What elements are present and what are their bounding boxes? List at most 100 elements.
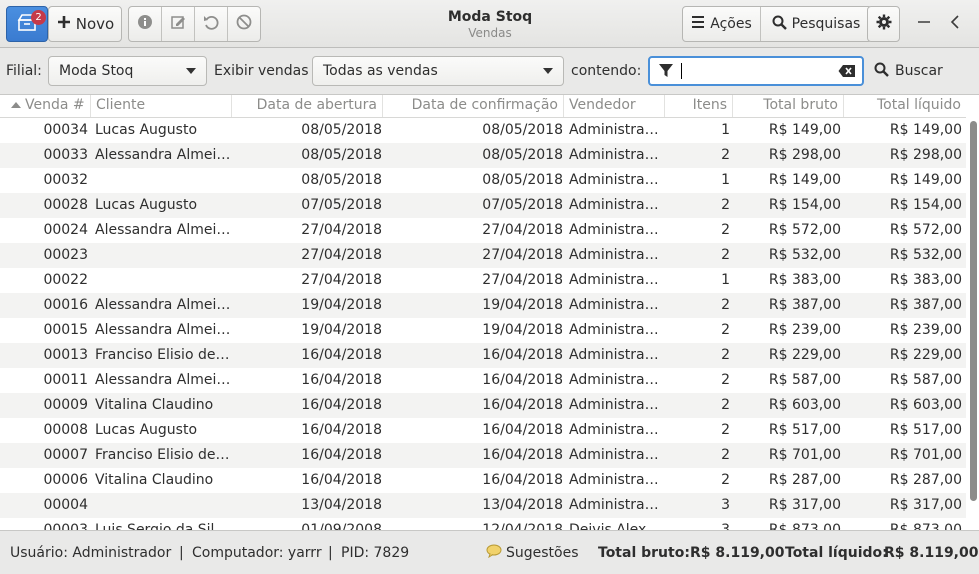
minimize-button[interactable] xyxy=(912,12,936,36)
suggestions-button[interactable]: Sugestões xyxy=(486,541,579,565)
search-button[interactable]: Buscar xyxy=(874,56,943,86)
cell-opening-date: 19/04/2018 xyxy=(301,322,382,338)
table-row[interactable]: 00034 Lucas Augusto 08/05/2018 08/05/2018 Ad… xyxy=(0,118,966,143)
edit-icon xyxy=(170,14,186,34)
table-row[interactable]: 00016 Alessandra Almei… 19/04/2018 19/04/20… xyxy=(0,293,966,318)
column-header-label: Cliente xyxy=(96,97,146,113)
cell-client xyxy=(95,268,232,293)
speech-bubble-icon xyxy=(486,544,502,562)
edit-button[interactable] xyxy=(162,7,195,41)
table-row[interactable]: 00013 Franciso Elisio de… 16/04/2018 16/04/… xyxy=(0,343,966,368)
header-bar: 2 Novo Moda Stoq Vendas Ações Pesquisas xyxy=(0,0,979,48)
cell-total-net: R$ 701,00 xyxy=(889,447,962,463)
cell-opening-date: 16/04/2018 xyxy=(301,397,382,413)
cell-total-net: R$ 383,00 xyxy=(889,272,962,288)
table-row[interactable]: 00022 27/04/2018 27/04/2018 Administra… 1 R$ … xyxy=(0,268,966,293)
column-header-opening-date[interactable]: Data de abertura xyxy=(232,95,383,117)
table-row[interactable]: 00033 Alessandra Almei… 08/05/2018 08/05/20… xyxy=(0,143,966,168)
undo-button[interactable] xyxy=(195,7,228,41)
cell-opening-date: 27/04/2018 xyxy=(301,272,382,288)
cell-opening-date: 08/05/2018 xyxy=(301,147,382,163)
column-header-total-gross[interactable]: Total bruto xyxy=(733,95,844,117)
cell-confirmation-date: 16/04/2018 xyxy=(482,472,563,488)
cancel-button[interactable] xyxy=(228,7,260,41)
column-header-salesperson[interactable]: Vendedor xyxy=(564,95,665,117)
cell-client: Alessandra Almei… xyxy=(95,372,231,388)
cell-opening-date: 27/04/2018 xyxy=(301,222,382,238)
cell-opening-date: 08/05/2018 xyxy=(301,172,382,188)
table-row[interactable]: 00009 Vitalina Claudino 16/04/2018 16/04/20… xyxy=(0,393,966,418)
undo-icon xyxy=(202,14,220,34)
table-row[interactable]: 00004 13/04/2018 13/04/2018 Administra… 3 R$ … xyxy=(0,493,966,518)
back-icon xyxy=(949,15,963,33)
cell-total-gross: R$ 149,00 xyxy=(768,172,841,188)
cell-sale-number: 00023 xyxy=(43,247,88,263)
table-row[interactable]: 00011 Alessandra Almei… 16/04/2018 16/04/20… xyxy=(0,368,966,393)
cell-sale-number: 00016 xyxy=(43,297,88,313)
vertical-scrollbar[interactable] xyxy=(970,121,977,501)
table-row[interactable]: 00006 Vitalina Claudino 16/04/2018 16/04/20… xyxy=(0,468,966,493)
hamburger-icon xyxy=(691,15,705,33)
table-row[interactable]: 00007 Franciso Elisio de… 16/04/2018 16/04/… xyxy=(0,443,966,468)
status-pid: PID: 7829 xyxy=(341,545,410,561)
table-body: 00034 Lucas Augusto 08/05/2018 08/05/2018 Ad… xyxy=(0,118,966,530)
table-row[interactable]: 00008 Lucas Augusto 16/04/2018 16/04/2018 Ad… xyxy=(0,418,966,443)
cell-total-net: R$ 532,00 xyxy=(889,247,962,263)
column-header-confirmation-date[interactable]: Data de confirmação xyxy=(383,95,564,117)
clear-text-icon[interactable] xyxy=(838,64,856,82)
cell-confirmation-date: 08/05/2018 xyxy=(482,122,563,138)
cell-client: Franciso Elisio de… xyxy=(95,347,230,363)
show-sales-select[interactable]: Todas as vendas xyxy=(312,56,564,86)
column-header-items[interactable]: Itens xyxy=(665,95,733,117)
cell-items: 2 xyxy=(721,247,730,263)
branch-label: Filial: xyxy=(6,63,42,79)
chevron-down-icon xyxy=(186,68,196,74)
new-button[interactable]: Novo xyxy=(48,6,122,42)
cell-confirmation-date: 13/04/2018 xyxy=(482,497,563,513)
cell-items: 2 xyxy=(721,322,730,338)
cell-opening-date: 08/05/2018 xyxy=(301,122,382,138)
cell-salesperson: Administra… xyxy=(569,397,659,413)
store-button[interactable]: 2 xyxy=(6,6,48,42)
column-header-total-net[interactable]: Total líquido xyxy=(844,95,966,117)
gear-icon xyxy=(876,14,892,34)
cell-items: 1 xyxy=(721,172,730,188)
cell-client: Vitalina Claudino xyxy=(95,397,214,413)
column-header-client[interactable]: Cliente xyxy=(91,95,232,117)
actions-menu-button[interactable]: Ações xyxy=(683,7,761,41)
cell-client xyxy=(95,243,232,268)
column-header-sale-number[interactable]: Venda # xyxy=(0,95,91,117)
cell-client: Lucas Augusto xyxy=(95,197,198,213)
cell-client: Vitalina Claudino xyxy=(95,472,214,488)
cell-salesperson: Administra… xyxy=(569,197,659,213)
cell-total-net: R$ 287,00 xyxy=(889,472,962,488)
cell-items: 2 xyxy=(721,297,730,313)
cell-salesperson: Administra… xyxy=(569,347,659,363)
table-row[interactable]: 00023 27/04/2018 27/04/2018 Administra… 2 R$ … xyxy=(0,243,966,268)
table-row[interactable]: 00015 Alessandra Almei… 19/04/2018 19/04/20… xyxy=(0,318,966,343)
column-header-label: Total bruto xyxy=(763,97,838,113)
cell-sale-number: 00007 xyxy=(43,447,88,463)
cell-sale-number: 00028 xyxy=(43,197,88,213)
table-row[interactable]: 00032 08/05/2018 08/05/2018 Administra… 1 R$ … xyxy=(0,168,966,193)
cell-items: 2 xyxy=(721,472,730,488)
branch-select[interactable]: Moda Stoq xyxy=(48,56,207,86)
cell-total-gross: R$ 317,00 xyxy=(768,497,841,513)
search-input[interactable] xyxy=(648,56,864,86)
info-button[interactable] xyxy=(129,7,162,41)
search-icon xyxy=(772,15,787,34)
cell-sale-number: 00006 xyxy=(43,472,88,488)
settings-button[interactable] xyxy=(867,6,900,42)
menu-button-group: Ações Pesquisas xyxy=(682,6,872,42)
cell-opening-date: 16/04/2018 xyxy=(301,372,382,388)
cell-total-net: R$ 572,00 xyxy=(889,222,962,238)
action-button-group xyxy=(128,6,261,42)
back-button[interactable] xyxy=(944,12,968,36)
table-row[interactable]: 00003 Luis Sergio da Sil… 01/09/2008 12/04/… xyxy=(0,518,966,530)
search-icon xyxy=(874,62,889,81)
searches-menu-button[interactable]: Pesquisas xyxy=(761,7,871,41)
table-row[interactable]: 00028 Lucas Augusto 07/05/2018 07/05/2018 Ad… xyxy=(0,193,966,218)
text-cursor xyxy=(681,63,682,79)
table-row[interactable]: 00024 Alessandra Almei… 27/04/2018 27/04/20… xyxy=(0,218,966,243)
status-bar: Usuário: Administrador | Computador: yar… xyxy=(0,530,979,574)
